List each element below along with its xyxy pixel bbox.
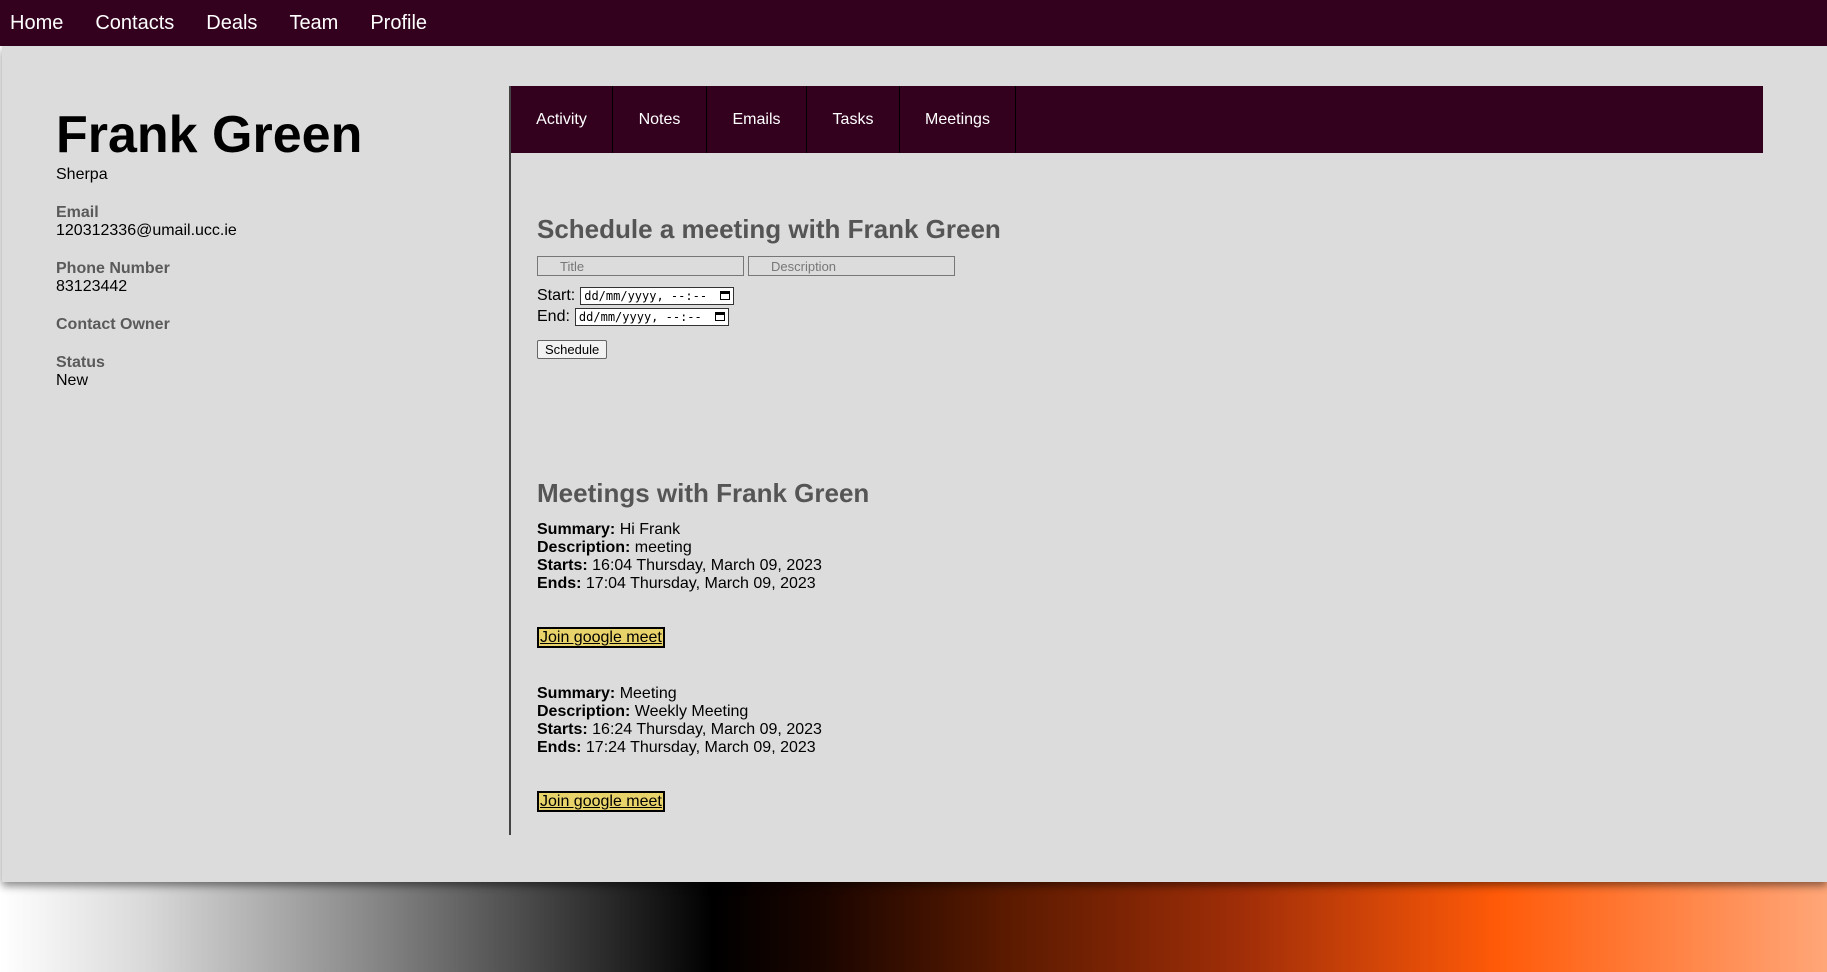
meetings-heading: Meetings with Frank Green bbox=[537, 478, 870, 508]
page-panel: Frank Green Sherpa Email 120312336@umail… bbox=[2, 46, 1827, 882]
end-datetime-placeholder: dd/mm/yyyy, --:-- bbox=[578, 309, 702, 324]
email-value: 120312336@umail.ucc.ie bbox=[56, 222, 237, 239]
owner-label: Contact Owner bbox=[56, 316, 170, 333]
starts-label: Starts: bbox=[537, 557, 588, 574]
status-label: Status bbox=[56, 354, 105, 371]
nav-home[interactable]: Home bbox=[10, 12, 63, 35]
starts-label: Starts: bbox=[537, 721, 588, 738]
ends-label: Ends: bbox=[537, 575, 582, 592]
meeting-summary: Hi Frank bbox=[619, 521, 681, 538]
nav-profile[interactable]: Profile bbox=[370, 12, 427, 35]
contact-role: Sherpa bbox=[56, 166, 108, 183]
meeting-description: Weekly Meeting bbox=[634, 703, 749, 720]
email-field: Email 120312336@umail.ucc.ie bbox=[56, 204, 456, 240]
end-row: End: dd/mm/yyyy, --:-- bbox=[537, 306, 1737, 327]
meeting-ends: 17:24 Thursday, March 09, 2023 bbox=[585, 739, 816, 756]
nav-contacts[interactable]: Contacts bbox=[95, 12, 174, 35]
summary-label: Summary: bbox=[537, 521, 616, 538]
schedule-meeting-form: Schedule a meeting with Frank Green Star… bbox=[537, 214, 1737, 359]
nav-deals[interactable]: Deals bbox=[206, 12, 257, 35]
email-label: Email bbox=[56, 204, 99, 221]
title-input[interactable] bbox=[537, 256, 744, 276]
meeting-description: meeting bbox=[634, 539, 692, 556]
contact-name: Frank Green bbox=[56, 106, 363, 164]
meeting-item: Summary: Meeting Description: Weekly Mee… bbox=[537, 685, 1737, 812]
top-navigation: Home Contacts Deals Team Profile bbox=[0, 0, 1827, 46]
meeting-ends: 17:04 Thursday, March 09, 2023 bbox=[585, 575, 816, 592]
contact-details: Frank Green Sherpa Email 120312336@umail… bbox=[56, 106, 456, 390]
schedule-heading: Schedule a meeting with Frank Green bbox=[537, 214, 1001, 244]
meetings-list: Meetings with Frank Green Summary: Hi Fr… bbox=[537, 478, 1737, 812]
nav-team[interactable]: Team bbox=[289, 12, 338, 35]
status-field: Status New bbox=[56, 354, 456, 390]
tab-tasks[interactable]: Tasks bbox=[807, 86, 900, 153]
tab-meetings[interactable]: Meetings bbox=[900, 86, 1016, 153]
start-datetime-placeholder: dd/mm/yyyy, --:-- bbox=[584, 288, 708, 303]
meeting-starts: 16:04 Thursday, March 09, 2023 bbox=[592, 557, 822, 574]
schedule-button[interactable]: Schedule bbox=[537, 340, 608, 359]
meeting-summary: Meeting bbox=[619, 685, 677, 702]
meeting-starts: 16:24 Thursday, March 09, 2023 bbox=[592, 721, 822, 738]
tab-bar: Activity Notes Emails Tasks Meetings bbox=[511, 86, 1763, 153]
end-datetime-input[interactable]: dd/mm/yyyy, --:-- bbox=[574, 307, 729, 326]
end-label: End: bbox=[537, 307, 570, 325]
description-label: Description: bbox=[537, 539, 631, 556]
description-input[interactable] bbox=[748, 256, 955, 276]
ends-label: Ends: bbox=[537, 739, 582, 756]
description-label: Description: bbox=[537, 703, 631, 720]
summary-label: Summary: bbox=[537, 685, 616, 702]
start-datetime-input[interactable]: dd/mm/yyyy, --:-- bbox=[580, 286, 735, 305]
phone-label: Phone Number bbox=[56, 260, 170, 277]
phone-field: Phone Number 83123442 bbox=[56, 260, 456, 296]
meeting-item: Summary: Hi Frank Description: meeting S… bbox=[537, 521, 1737, 648]
join-google-meet-link[interactable]: Join google meet bbox=[537, 627, 665, 648]
join-google-meet-link[interactable]: Join google meet bbox=[537, 791, 665, 812]
vertical-divider bbox=[509, 86, 511, 835]
tab-notes[interactable]: Notes bbox=[613, 86, 707, 153]
tab-activity[interactable]: Activity bbox=[511, 86, 613, 153]
title-description-row bbox=[537, 256, 1737, 276]
tab-emails[interactable]: Emails bbox=[707, 86, 807, 153]
status-value: New bbox=[56, 372, 89, 389]
start-label: Start: bbox=[537, 286, 576, 304]
calendar-icon[interactable] bbox=[714, 312, 725, 321]
start-row: Start: dd/mm/yyyy, --:-- bbox=[537, 285, 1737, 306]
phone-value: 83123442 bbox=[56, 278, 128, 295]
owner-field: Contact Owner bbox=[56, 316, 456, 334]
calendar-icon[interactable] bbox=[720, 291, 731, 300]
